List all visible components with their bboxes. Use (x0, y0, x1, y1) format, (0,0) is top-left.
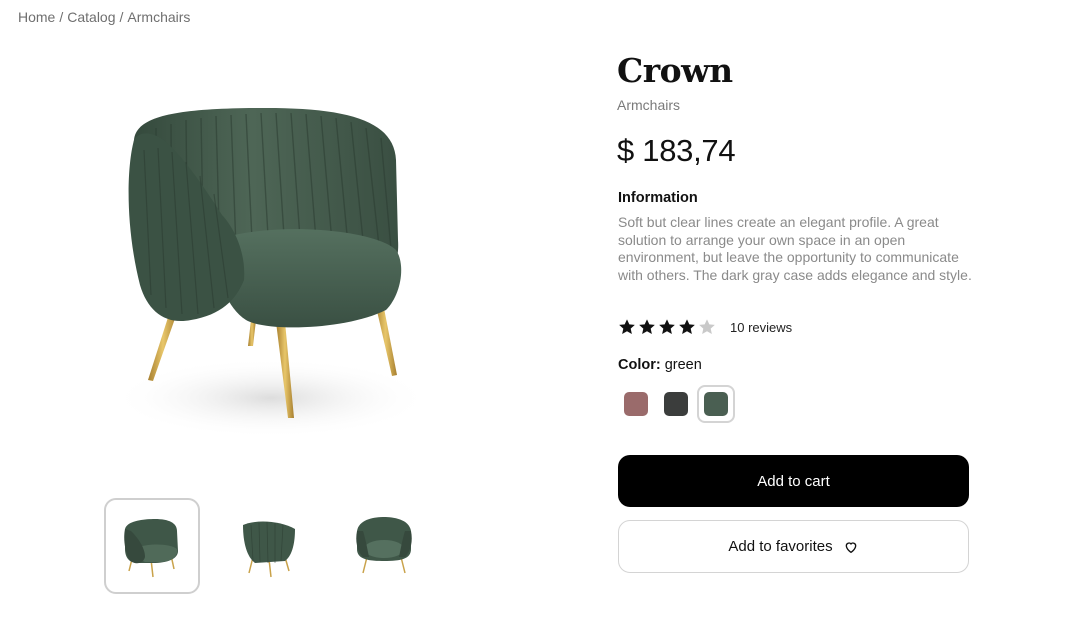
color-swatch-dark-gray[interactable] (657, 385, 695, 423)
product-category: Armchairs (617, 97, 681, 113)
add-to-favorites-button[interactable]: Add to favorites (618, 520, 969, 573)
breadcrumb: Home / Catalog / Armchairs (18, 9, 190, 25)
product-price: $ 183,74 (617, 133, 736, 168)
product-rating: 10 reviews (618, 318, 792, 336)
reviews-link[interactable]: 10 reviews (730, 320, 792, 335)
color-swatch-green[interactable] (697, 385, 735, 423)
breadcrumb-separator: / (59, 9, 64, 25)
information-text: Soft but clear lines create an elegant p… (618, 214, 972, 283)
swatch-fill (704, 392, 728, 416)
star-icon (659, 319, 675, 335)
color-label-prefix: Color: (618, 357, 661, 373)
information-heading: Information (618, 190, 698, 206)
selected-color-value: green (664, 357, 702, 373)
breadcrumb-catalog-link[interactable]: Catalog (67, 9, 115, 25)
star-icon (679, 319, 695, 335)
add-to-favorites-label: Add to favorites (728, 538, 833, 555)
thumbnail-3[interactable] (336, 498, 432, 594)
armchair-image (111, 108, 431, 438)
armchair-front-thumbnail-image (356, 517, 412, 574)
armchair-thumbnail-image (124, 519, 178, 578)
color-swatches (617, 385, 737, 423)
star-icon (639, 319, 655, 335)
product-main-image (96, 80, 440, 470)
heart-icon (845, 541, 856, 553)
swatch-fill (624, 392, 648, 416)
thumbnail-1[interactable] (104, 498, 200, 594)
swatch-fill (664, 392, 688, 416)
breadcrumb-current[interactable]: Armchairs (127, 9, 190, 25)
thumbnail-2[interactable] (220, 498, 316, 594)
color-swatch-rose[interactable] (617, 385, 655, 423)
star-icon (699, 319, 715, 335)
breadcrumb-separator: / (119, 9, 124, 25)
color-label: Color: green (618, 357, 702, 373)
product-title: Crown (617, 51, 733, 90)
armchair-back-thumbnail-image (243, 521, 295, 578)
breadcrumb-home-link[interactable]: Home (18, 9, 55, 25)
thumbnail-gallery (104, 498, 432, 594)
add-to-cart-button[interactable]: Add to cart (618, 455, 969, 507)
star-icon (619, 319, 635, 335)
